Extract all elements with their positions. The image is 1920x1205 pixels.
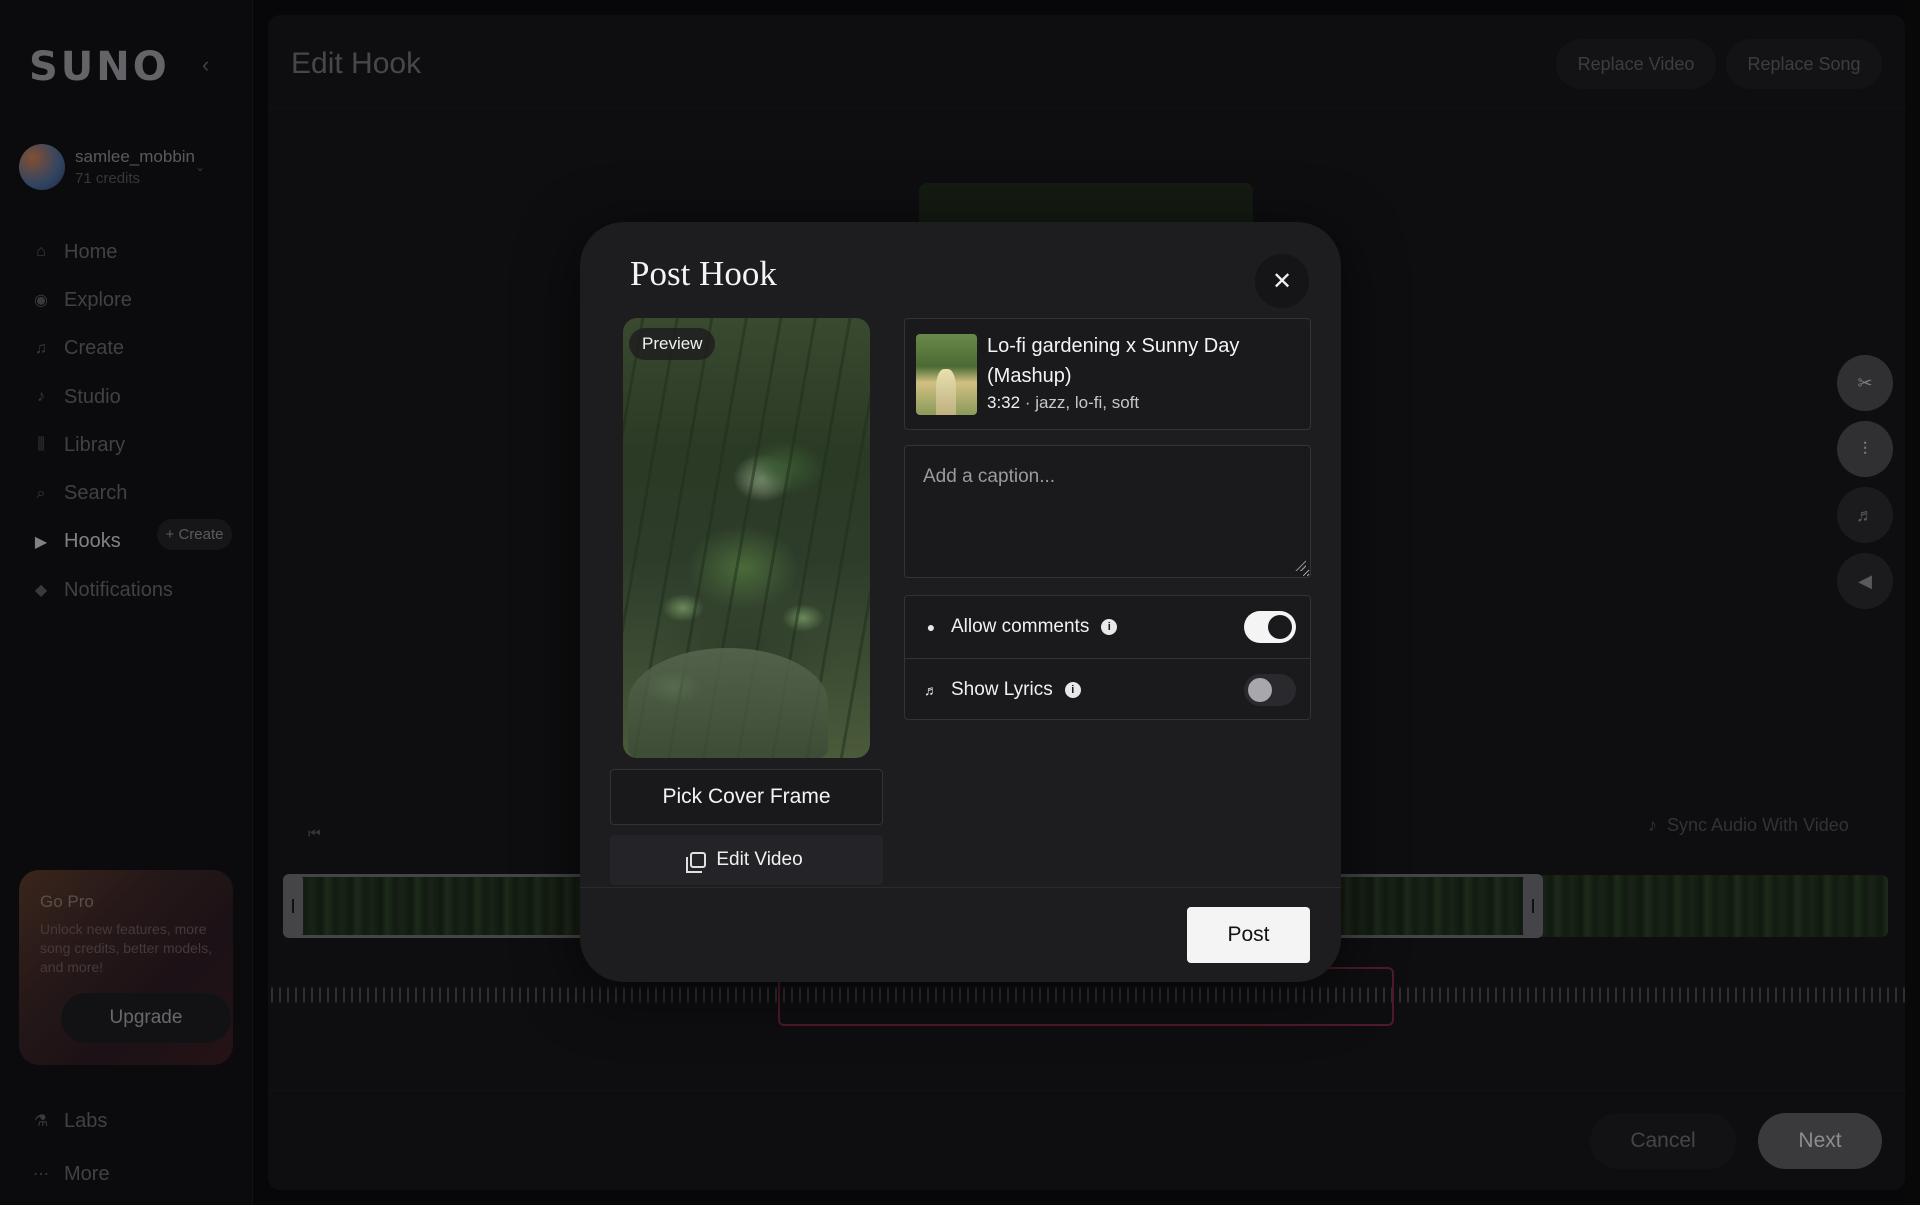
allow-comments-row: ● Allow comments i	[905, 596, 1310, 658]
show-lyrics-row: ♬ Show Lyrics i	[905, 658, 1310, 720]
song-card: Lo-fi gardening x Sunny Day (Mashup) 3:3…	[904, 318, 1311, 430]
allow-comments-toggle[interactable]	[1244, 611, 1296, 643]
resize-handle-icon[interactable]	[1294, 559, 1306, 571]
song-cover-art	[916, 334, 977, 415]
lyrics-icon: ♬	[924, 681, 938, 698]
divider	[580, 887, 1341, 888]
close-icon[interactable]: ✕	[1255, 254, 1309, 308]
show-lyrics-toggle[interactable]	[1244, 674, 1296, 706]
edit-video-icon	[686, 852, 707, 873]
show-lyrics-label: Show Lyrics	[951, 678, 1053, 700]
video-preview-thumbnail[interactable]: Preview	[623, 318, 870, 758]
post-button[interactable]: Post	[1187, 907, 1310, 963]
comment-icon: ●	[926, 619, 936, 635]
allow-comments-label: Allow comments	[951, 616, 1090, 637]
song-title: Lo-fi gardening x Sunny Day (Mashup)	[987, 335, 1240, 387]
pick-cover-frame-button[interactable]: Pick Cover Frame	[610, 769, 883, 825]
post-hook-modal: Post Hook ✕ Preview Pick Cover Frame Edi…	[580, 222, 1341, 982]
modal-title: Post Hook	[630, 254, 777, 293]
preview-badge: Preview	[629, 328, 716, 360]
edit-video-label: Edit Video	[716, 849, 803, 870]
info-icon[interactable]: i	[1101, 619, 1118, 635]
song-meta: 3:32 · jazz, lo-fi, soft	[987, 393, 1139, 413]
caption-input[interactable]	[904, 445, 1311, 578]
info-icon[interactable]: i	[1064, 681, 1081, 698]
song-tags: · jazz, lo-fi, soft	[1020, 393, 1140, 412]
edit-video-button[interactable]: Edit Video	[610, 835, 883, 885]
song-duration: 3:32	[987, 393, 1021, 412]
post-options: ● Allow comments i ♬ Show Lyrics i	[904, 595, 1311, 720]
